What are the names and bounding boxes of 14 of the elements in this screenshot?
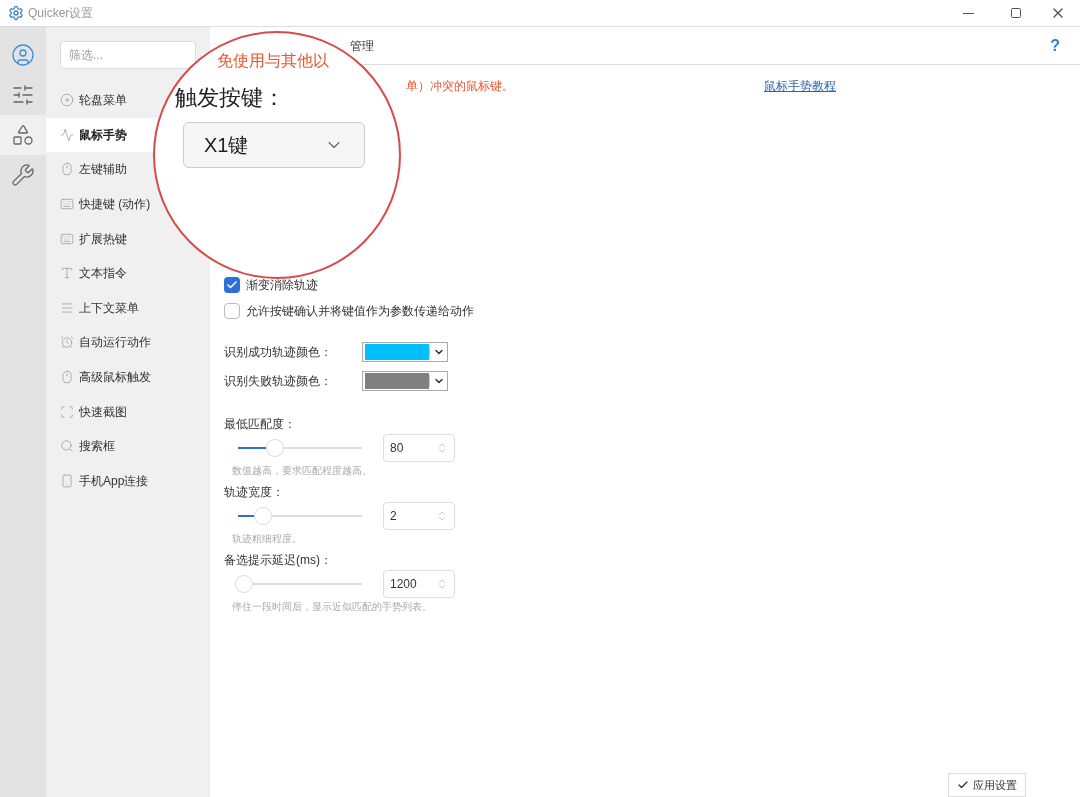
slider-label: 备选提示延迟(ms)： xyxy=(224,552,333,569)
window-title: Quicker设置 xyxy=(28,5,94,22)
checkbox-label: 渐变消除轨迹 xyxy=(246,277,318,294)
hint-text: 轨迹粗细程度。 xyxy=(232,532,303,546)
magnified-label: 触发按键： xyxy=(175,84,285,112)
hint-text: 数值越高，要求匹配程度越高。 xyxy=(232,464,373,478)
color-label: 识别成功轨迹颜色： xyxy=(224,344,333,361)
warning-text: 单）冲突的鼠标键。 xyxy=(406,78,514,95)
slider-label: 最低匹配度： xyxy=(224,416,297,433)
section-title: 管理 xyxy=(350,37,374,55)
color-label: 识别失败轨迹颜色： xyxy=(224,373,333,390)
checkbox-label: 允许按键确认并将键值作为参数传递给动作 xyxy=(246,303,474,320)
slider-label: 轨迹宽度： xyxy=(224,484,285,501)
magnified-heading: 免使用与其他以 xyxy=(217,51,329,71)
